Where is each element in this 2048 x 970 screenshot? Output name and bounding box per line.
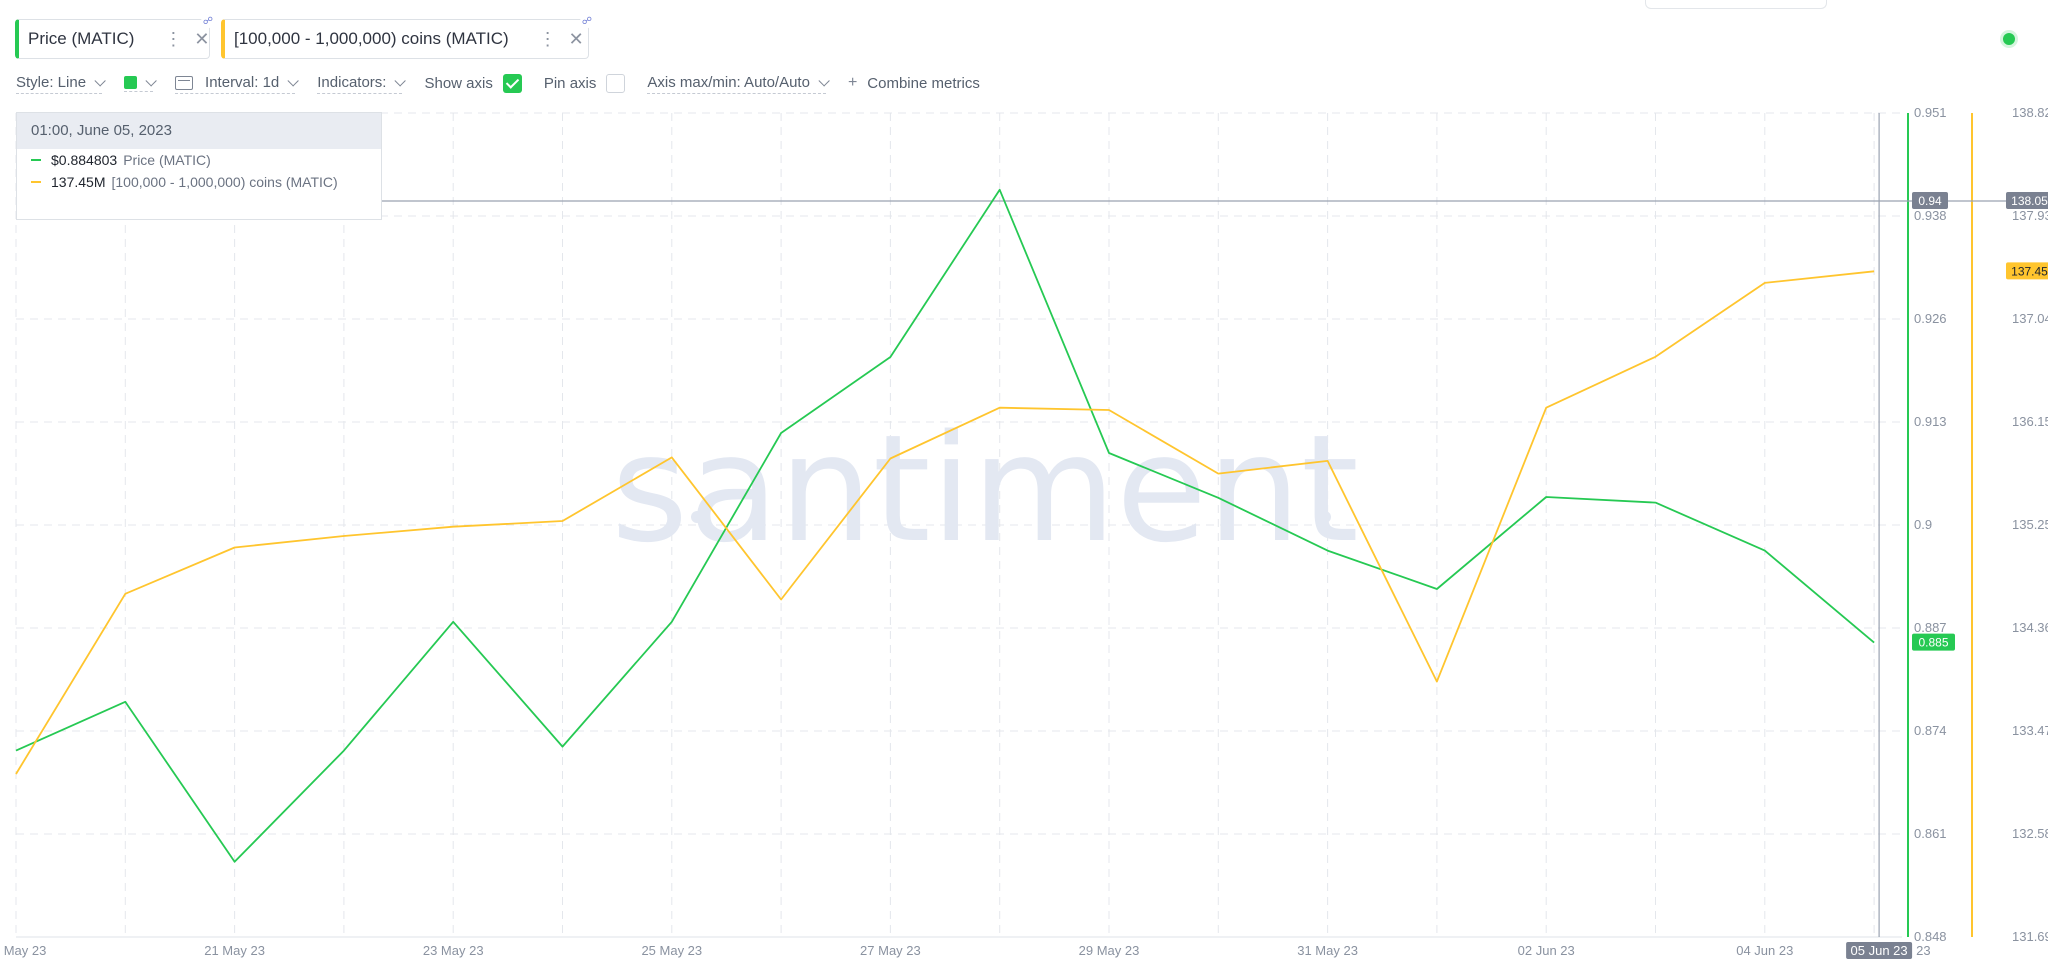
left-axis-tick: 0.938 xyxy=(1914,208,1947,223)
watermark: santiment xyxy=(611,403,1359,575)
left-axis-tick: 0.874 xyxy=(1914,723,1947,738)
crosshair-left-badge: 0.94 xyxy=(1918,194,1942,208)
right-axis-tick: 134.36M xyxy=(2012,620,2048,635)
x-axis-tick: 04 Jun 23 xyxy=(1736,943,1793,958)
right-axis-tick: 137.93M xyxy=(2012,208,2048,223)
right-axis-tick: 133.47M xyxy=(2012,723,2048,738)
price-current-badge: 0.885 xyxy=(1918,636,1948,650)
watermark-dot-left xyxy=(691,511,703,523)
tooltip-row-coins: 137.45M [100,000 - 1,000,000) coins (MAT… xyxy=(17,171,381,193)
x-axis-tick: 31 May 23 xyxy=(1297,943,1358,958)
left-axis-tick: 0.926 xyxy=(1914,311,1947,326)
left-axis-tick: 0.848 xyxy=(1914,929,1947,944)
x-axis-tick: 29 May 23 xyxy=(1079,943,1140,958)
tooltip-price-name: Price (MATIC) xyxy=(123,152,211,168)
right-axis-tick: 132.58M xyxy=(2012,826,2048,841)
tooltip-row-price: $0.884803 Price (MATIC) xyxy=(17,149,381,171)
left-axis-tick: 0.887 xyxy=(1914,620,1947,635)
x-axis-tick: 25 May 23 xyxy=(641,943,702,958)
watermark-dot-right xyxy=(1319,511,1331,523)
legend-dash-green xyxy=(31,159,41,161)
tooltip-date: 01:00, June 05, 2023 xyxy=(17,113,381,149)
left-axis-tick: 0.861 xyxy=(1914,826,1947,841)
x-axis-tick: 02 Jun 23 xyxy=(1518,943,1575,958)
crosshair-right-badge: 138.05M xyxy=(2011,194,2048,208)
right-axis-tick: 137.04M xyxy=(2012,311,2048,326)
tooltip-coins-value: 137.45M xyxy=(51,174,106,190)
left-axis-tick: 0.951 xyxy=(1914,105,1947,120)
hover-date-label: 05 Jun 23 xyxy=(1851,943,1908,958)
legend-dash-yellow xyxy=(31,181,41,183)
x-axis-tick: 21 May 23 xyxy=(204,943,265,958)
right-axis-tick: 138.82M xyxy=(2012,105,2048,120)
axis-badges: 0.885 137.45M 0.94 138.05M 05 Jun 23 23 xyxy=(1846,192,2048,959)
x-axis-tick: 23 May 23 xyxy=(423,943,484,958)
tooltip-price-value: $0.884803 xyxy=(51,152,118,168)
x-axis-tick: 27 May 23 xyxy=(860,943,921,958)
right-axis-tick: 131.69M xyxy=(2012,929,2048,944)
tooltip-coins-name: [100,000 - 1,000,000) coins (MATIC) xyxy=(111,174,338,190)
x-axis-tick: 19 May 23 xyxy=(0,943,46,958)
chart-tooltip: 01:00, June 05, 2023 $0.884803 Price (MA… xyxy=(16,112,382,220)
right-axis-tick: 136.15M xyxy=(2012,414,2048,429)
left-axis-tick: 0.913 xyxy=(1914,414,1947,429)
right-axis-tick: 135.25M xyxy=(2012,517,2048,532)
left-axis-tick: 0.9 xyxy=(1914,517,1932,532)
hover-date-suffix: 23 xyxy=(1916,943,1930,958)
coins-current-badge: 137.45M xyxy=(2011,264,2048,278)
